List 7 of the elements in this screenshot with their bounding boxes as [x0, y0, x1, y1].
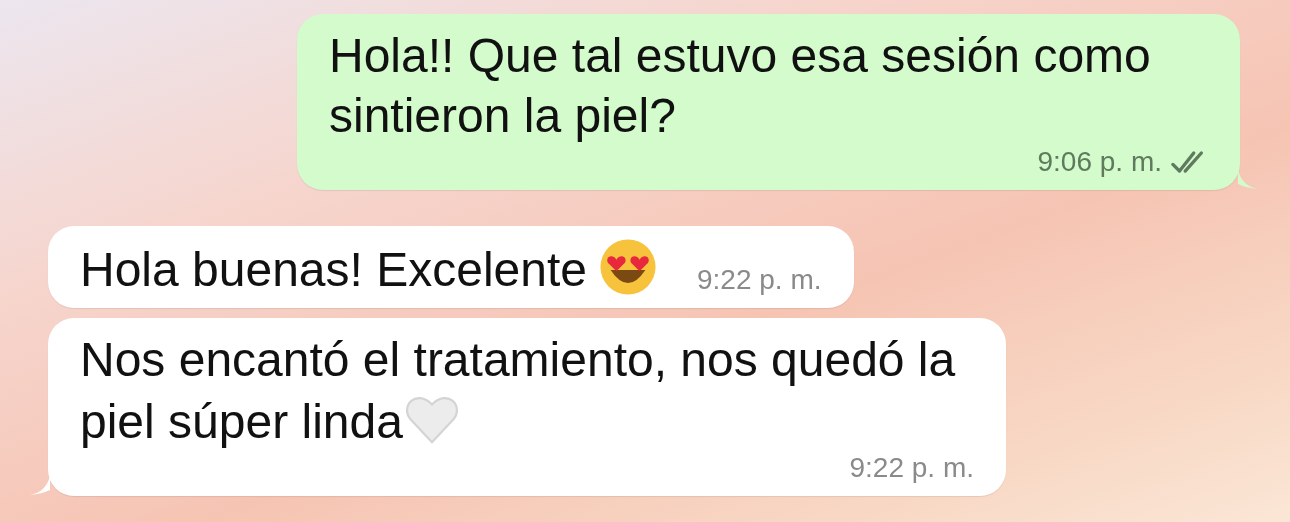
message-time: 9:06 p. m. — [1037, 146, 1162, 178]
heart-eyes-emoji-icon — [599, 238, 657, 296]
message-time: 9:22 p. m. — [697, 264, 822, 296]
message-time: 9:22 p. m. — [849, 452, 974, 484]
message-text: Hola buenas! Excelente — [80, 238, 657, 300]
message-text: Nos encantó el tratamiento, nos quedó la piel súper linda — [80, 332, 957, 450]
message-text: Hola!! Que tal estuvo esa sesión como sintieron la piel? — [329, 28, 1152, 144]
